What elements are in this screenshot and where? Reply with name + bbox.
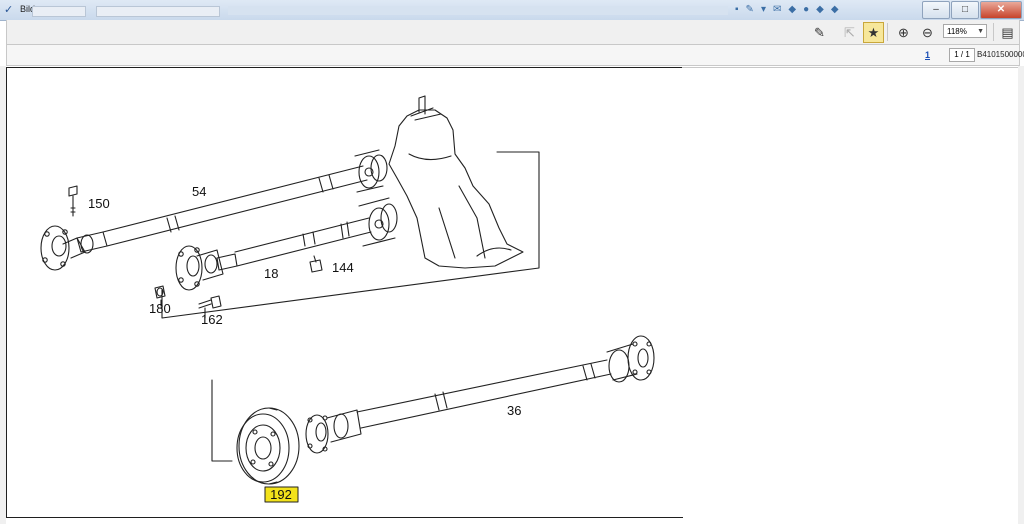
zoom-in-button[interactable]: ⊕ — [893, 22, 914, 43]
tray-icon[interactable]: ▪ — [735, 4, 739, 15]
part-label-150[interactable]: 150 — [88, 196, 110, 211]
group-outline-top — [161, 151, 540, 319]
diagram-viewer[interactable]: 150 54 18 144 180 162 36 192 — [6, 67, 683, 518]
nut-180 — [154, 285, 166, 299]
export-icon: ⇱ — [844, 25, 855, 40]
tray-icon[interactable]: ✉ — [773, 4, 781, 15]
part-label-144[interactable]: 144 — [332, 260, 354, 275]
close-button[interactable]: ✕ — [980, 1, 1022, 19]
blurred-address-field — [32, 6, 86, 17]
blurred-address-field — [96, 6, 220, 17]
edit-chart-icon: ✎ — [814, 25, 825, 40]
zoom-out-icon: ⊖ — [922, 25, 933, 40]
nut-144 — [309, 255, 323, 273]
transfer-case — [388, 95, 524, 269]
zoom-out-button[interactable]: ⊖ — [917, 22, 938, 43]
tray-icon[interactable]: ● — [803, 4, 809, 15]
annotate-button[interactable]: ✎ — [809, 22, 830, 43]
minimize-button[interactable]: – — [922, 1, 950, 19]
titlebar-tray: ▪ ✎ ▾ ✉ ◆ ● ◆ ◆ — [735, 4, 839, 15]
star-icon: ★ — [867, 25, 880, 40]
chevron-down-icon: ▼ — [977, 28, 984, 35]
toolbar-separator — [887, 23, 888, 41]
group-outline-bottom — [211, 379, 233, 462]
toolbar-separator — [993, 23, 994, 41]
window-titlebar: ✓ Bild ▪ ✎ ▾ ✉ ◆ ● ◆ ◆ – □ ✕ — [0, 0, 1024, 21]
window-controls: – □ ✕ — [921, 1, 1022, 19]
part-label-18[interactable]: 18 — [264, 266, 278, 281]
viewer-toolbar: ✎ ⇱ ★ ⊕ ⊖ 118% ▼ ▤ — [6, 20, 1020, 45]
bolt-150 — [68, 185, 78, 217]
part-label-54[interactable]: 54 — [192, 184, 206, 199]
document-id: B41015000009 — [977, 50, 1024, 59]
window-frame-right — [1018, 66, 1024, 524]
propeller-shaft-18 — [216, 197, 398, 271]
maximize-button[interactable]: □ — [951, 1, 979, 19]
zoom-value: 118% — [947, 27, 967, 36]
flange-front — [40, 225, 94, 271]
export-button[interactable]: ⇱ — [839, 22, 860, 43]
favorite-button[interactable]: ★ — [863, 22, 884, 43]
page-navigation-bar: 1 1 / 1 B41015000009 — [6, 45, 1024, 66]
bolt-162 — [198, 295, 222, 309]
vibration-damper-192 — [236, 407, 300, 485]
tray-icon[interactable]: ◆ — [831, 4, 839, 15]
flange-second — [175, 245, 224, 291]
tray-icon[interactable]: ✎ — [746, 4, 754, 15]
parts-diagram: 150 54 18 144 180 162 36 192 — [40, 95, 655, 503]
tray-icon[interactable]: ◆ — [788, 4, 796, 15]
page-link[interactable]: 1 — [925, 50, 930, 60]
page-count: 1 / 1 — [949, 48, 975, 62]
page-icon: ▤ — [1001, 25, 1014, 40]
tray-icon[interactable]: ▾ — [761, 4, 766, 15]
zoom-select[interactable]: 118% ▼ — [943, 24, 987, 38]
propeller-shaft-36 — [305, 335, 655, 454]
details-pane — [682, 67, 1018, 517]
app-icon: ✓ — [4, 4, 14, 16]
part-label-180[interactable]: 180 — [149, 301, 171, 316]
part-label-192[interactable]: 192 — [270, 487, 292, 502]
titlebar-strip — [228, 6, 728, 15]
part-label-162[interactable]: 162 — [201, 312, 223, 327]
part-label-36[interactable]: 36 — [507, 403, 521, 418]
page-view-button[interactable]: ▤ — [997, 22, 1018, 43]
propeller-shaft-54 — [76, 149, 388, 253]
zoom-in-icon: ⊕ — [898, 25, 909, 40]
tray-icon[interactable]: ◆ — [816, 4, 824, 15]
